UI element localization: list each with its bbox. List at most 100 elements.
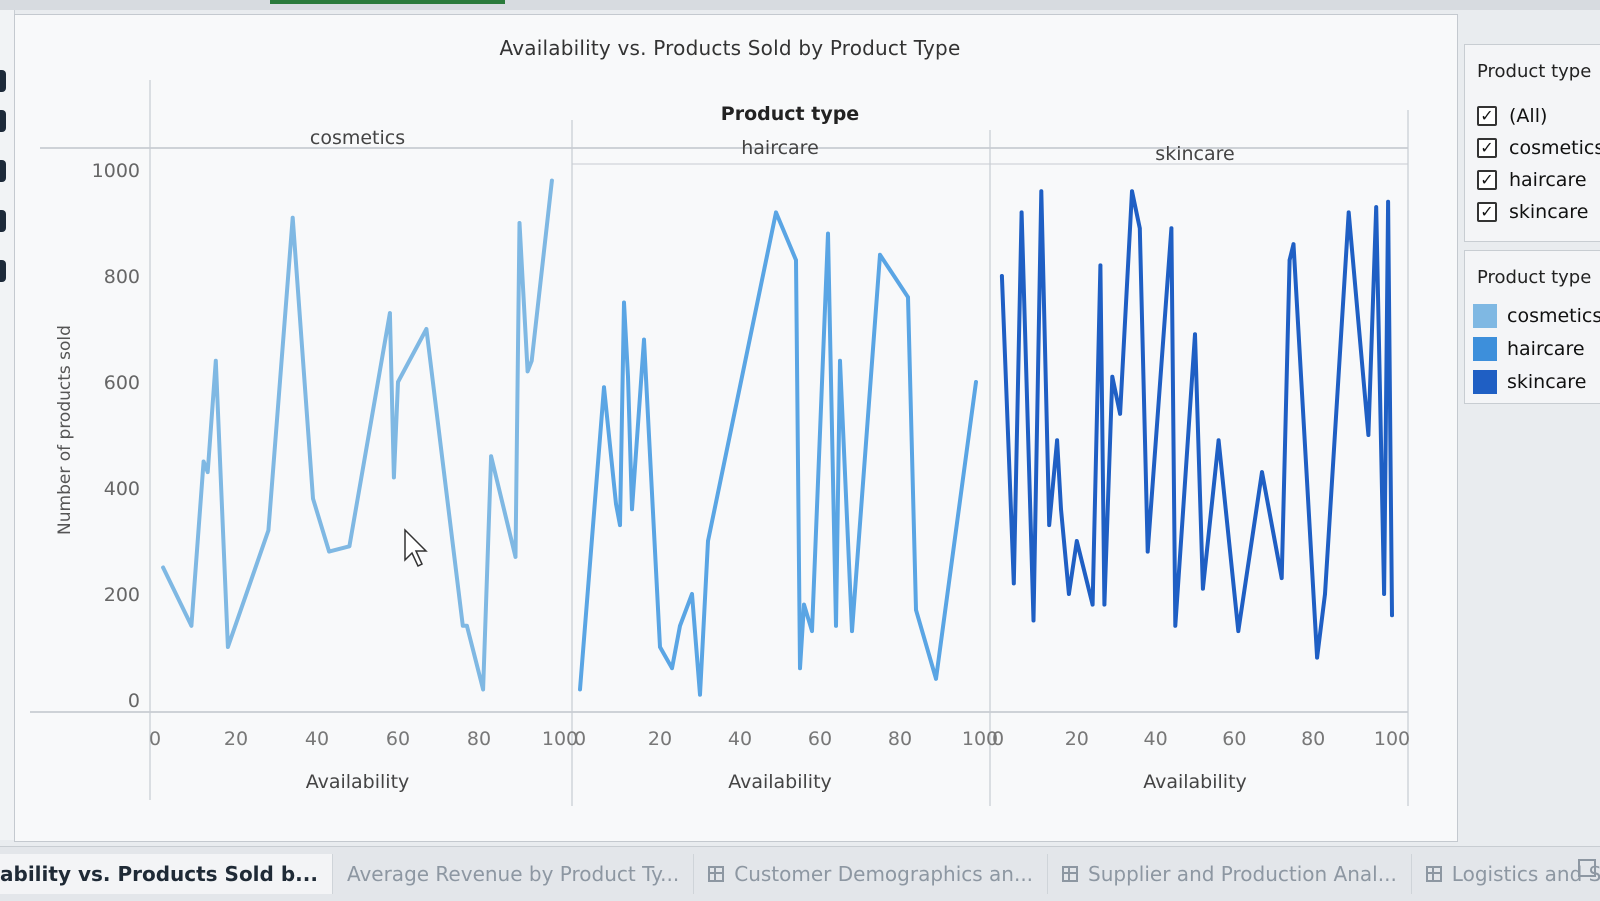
x-tick-label: 0 bbox=[992, 728, 1004, 750]
tab-label: Supplier and Production Anal... bbox=[1088, 862, 1397, 886]
y-tick-label: 0 bbox=[128, 690, 140, 712]
checkbox-checked-icon[interactable]: ✓ bbox=[1477, 138, 1497, 158]
data-point-cosmetics bbox=[347, 544, 352, 549]
tab-availability-vs-products-sold[interactable]: ability vs. Products Sold b... bbox=[0, 854, 333, 894]
new-sheet-icon[interactable] bbox=[1578, 859, 1596, 877]
legend-title: Product type bbox=[1477, 267, 1592, 288]
x-tick-label: 60 bbox=[386, 728, 410, 750]
data-point-skincare bbox=[1012, 581, 1016, 586]
data-point-skincare bbox=[1386, 200, 1390, 204]
data-point-cosmetics bbox=[392, 475, 396, 480]
data-point-haircare bbox=[906, 295, 910, 300]
y-tick-label: 200 bbox=[104, 584, 140, 606]
x-tick-label: 80 bbox=[888, 728, 912, 750]
panel-header-cosmetics: cosmetics bbox=[310, 127, 405, 149]
tab-customer-demographics[interactable]: Customer Demographics an... bbox=[694, 854, 1049, 894]
legend-label: skincare bbox=[1507, 371, 1587, 393]
data-point-cosmetics bbox=[525, 369, 530, 374]
checkbox-checked-icon[interactable]: ✓ bbox=[1477, 202, 1497, 222]
legend-swatch bbox=[1473, 304, 1497, 328]
x-tick-label: 40 bbox=[305, 728, 329, 750]
data-point-skincare bbox=[1098, 263, 1103, 268]
legend-label: haircare bbox=[1507, 338, 1585, 360]
data-point-skincare bbox=[1323, 592, 1327, 596]
dashboard-grid-icon bbox=[1425, 866, 1442, 882]
series-line-skincare bbox=[999, 189, 1394, 660]
filter-option-label: skincare bbox=[1509, 201, 1589, 223]
x-tick-label: 60 bbox=[1222, 728, 1246, 750]
data-point-haircare bbox=[658, 645, 662, 649]
data-point-haircare bbox=[602, 385, 606, 390]
filter-option-skincare[interactable]: ✓ skincare bbox=[1477, 199, 1588, 225]
x-tick-label: 60 bbox=[808, 728, 832, 750]
legend-item-skincare[interactable]: skincare bbox=[1473, 369, 1586, 395]
checkbox-checked-icon[interactable]: ✓ bbox=[1477, 106, 1497, 126]
x-tick-label: 0 bbox=[574, 728, 586, 750]
filter-option-label: haircare bbox=[1509, 169, 1587, 191]
data-point-haircare bbox=[618, 523, 622, 527]
data-point-skincare bbox=[1173, 624, 1178, 628]
legend-label: cosmetics bbox=[1507, 305, 1600, 327]
data-point-haircare bbox=[794, 258, 798, 262]
filter-option-haircare[interactable]: ✓ haircare bbox=[1477, 167, 1587, 193]
data-point-skincare bbox=[1031, 618, 1036, 623]
data-point-skincare bbox=[1260, 470, 1264, 474]
legend-swatch bbox=[1473, 370, 1497, 394]
x-tick-label: 40 bbox=[728, 728, 752, 750]
x-tick-label: 20 bbox=[224, 728, 248, 750]
data-point-haircare bbox=[838, 359, 842, 363]
x-tick-label: 0 bbox=[149, 728, 161, 750]
data-point-cosmetics bbox=[161, 565, 165, 570]
checkbox-checked-icon[interactable]: ✓ bbox=[1477, 170, 1497, 190]
tab-average-revenue[interactable]: Average Revenue by Product Ty... bbox=[333, 854, 695, 894]
legend-item-cosmetics[interactable]: cosmetics bbox=[1473, 303, 1600, 329]
data-point-cosmetics bbox=[529, 359, 534, 363]
legend-swatch bbox=[1473, 337, 1497, 361]
x-tick-label: 100 bbox=[1374, 728, 1410, 750]
data-point-skincare bbox=[1390, 613, 1394, 617]
data-point-skincare bbox=[1130, 189, 1134, 193]
dashboard-grid-icon bbox=[1062, 866, 1079, 882]
data-point-cosmetics bbox=[517, 221, 522, 225]
data-point-cosmetics bbox=[214, 359, 218, 363]
chart-title: Availability vs. Products Sold by Produc… bbox=[499, 36, 961, 60]
data-point-haircare bbox=[878, 253, 882, 257]
data-point-skincare bbox=[1181, 507, 1185, 512]
tab-supplier-production[interactable]: Supplier and Production Anal... bbox=[1048, 854, 1412, 894]
data-point-skincare bbox=[1047, 523, 1051, 527]
data-point-haircare bbox=[810, 629, 814, 633]
data-point-cosmetics bbox=[465, 624, 469, 628]
data-point-cosmetics bbox=[481, 687, 485, 692]
data-point-cosmetics bbox=[461, 624, 465, 628]
data-point-skincare bbox=[1110, 374, 1115, 379]
data-point-cosmetics bbox=[489, 454, 493, 459]
data-point-cosmetics bbox=[388, 311, 392, 315]
data-point-skincare bbox=[1169, 226, 1174, 231]
filter-option-label: cosmetics bbox=[1509, 137, 1600, 159]
filter-title: Product type bbox=[1477, 61, 1592, 82]
data-point-skincare bbox=[1138, 226, 1142, 231]
data-point-cosmetics bbox=[290, 215, 295, 220]
filter-option-all[interactable]: ✓ (All) bbox=[1477, 103, 1547, 129]
facet-header: Product type bbox=[721, 103, 859, 125]
data-point-skincare bbox=[1055, 438, 1059, 443]
filter-option-cosmetics[interactable]: ✓ cosmetics bbox=[1477, 135, 1600, 161]
data-point-haircare bbox=[934, 677, 938, 681]
data-point-skincare bbox=[1102, 602, 1107, 607]
tab-label: Average Revenue by Product Ty... bbox=[346, 862, 680, 886]
mouse-cursor-icon bbox=[404, 528, 428, 568]
data-point-skincare bbox=[1067, 592, 1071, 596]
data-point-haircare bbox=[706, 539, 710, 543]
data-point-haircare bbox=[578, 687, 582, 692]
data-point-haircare bbox=[914, 608, 918, 612]
data-point-skincare bbox=[1216, 438, 1221, 443]
legend-item-haircare[interactable]: haircare bbox=[1473, 336, 1585, 362]
data-point-cosmetics bbox=[327, 549, 331, 554]
data-point-haircare bbox=[678, 624, 682, 628]
tab-logistics-shipping[interactable]: Logistics and Shippin bbox=[1412, 854, 1600, 894]
data-point-haircare bbox=[850, 629, 854, 633]
data-point-skincare bbox=[1287, 258, 1292, 262]
data-point-haircare bbox=[826, 231, 830, 236]
data-point-haircare bbox=[642, 337, 646, 342]
data-point-haircare bbox=[974, 380, 978, 384]
